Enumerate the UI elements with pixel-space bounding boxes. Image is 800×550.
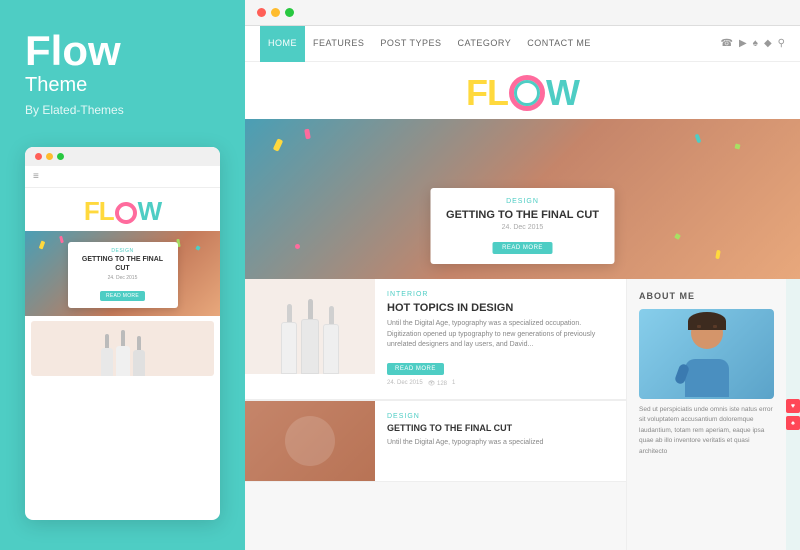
- dot-green: [285, 8, 294, 17]
- left-panel: Flow Theme By Elated-Themes ≡ FL W DESIGN: [0, 0, 245, 550]
- avatar-head: [691, 317, 723, 349]
- mini-dot-yellow: [46, 153, 53, 160]
- confetti3: [734, 143, 740, 149]
- post-excerpt-2: Until the Digital Age, typography was a …: [387, 438, 614, 449]
- logo-w: W: [546, 72, 579, 114]
- confetti6: [715, 250, 721, 260]
- nav-pinterest-icon[interactable]: ☎: [720, 38, 732, 49]
- confetti2: [304, 129, 311, 140]
- edge-icons: ♥ ♠: [786, 279, 800, 550]
- post-category-2: DESIGN: [387, 413, 614, 420]
- wine-bottle-3: [323, 306, 339, 374]
- main-posts: INTERIOR HOT TOPICS IN DESIGN Until the …: [245, 279, 626, 550]
- post-date-1: 24. Dec 2015: [387, 380, 423, 387]
- confetti7: [674, 233, 681, 240]
- mini-browser-mockup: ≡ FL W DESIGN GETTING TO THE FINAL CUT 24…: [25, 147, 220, 520]
- post-body-2: DESIGN GETTING TO THE FINAL CUT Until th…: [375, 401, 626, 481]
- post-comments-1: 1: [452, 380, 455, 387]
- nav-features[interactable]: FEATURES: [305, 26, 372, 62]
- sidebar: ABOUT ME: [626, 279, 786, 550]
- site-logo-area: FL W: [245, 62, 800, 119]
- bottle3: [133, 336, 145, 376]
- mini-logo-o: [115, 202, 137, 224]
- right-panel: HOME FEATURES POST TYPES CATEGORY CONTAC…: [245, 0, 800, 550]
- wine-bottle-2: [301, 299, 319, 374]
- wine-bottle-1: [281, 304, 297, 374]
- mini-post-area: [25, 316, 220, 379]
- mini-logo-area: FL W: [25, 188, 220, 231]
- mini-dot-red: [35, 153, 42, 160]
- hero-read-more-btn[interactable]: READ MORE: [492, 242, 553, 254]
- mini-wine-thumb: [31, 321, 214, 376]
- confetti1: [273, 138, 284, 151]
- nav-search-icon[interactable]: ⚲: [778, 38, 785, 49]
- mini-nav: ≡: [25, 166, 220, 188]
- brand-subtitle: Theme: [25, 74, 220, 97]
- post-meta-1: 24. Dec 2015 👁 128 1: [387, 380, 614, 387]
- nav-links: HOME FEATURES POST TYPES CATEGORY CONTAC…: [260, 26, 599, 62]
- mini-hero-card: DESIGN GETTING TO THE FINAL CUT 24. Dec …: [68, 242, 178, 308]
- mini-logo-w: W: [138, 196, 162, 226]
- post-card-2: DESIGN GETTING TO THE FINAL CUT Until th…: [245, 400, 626, 482]
- hero-card: DESIGN GETTING TO THE FINAL CUT 24. Dec …: [430, 188, 615, 264]
- post-btn-1[interactable]: READ MORE: [387, 363, 444, 375]
- edge-icon-1[interactable]: ♥: [786, 399, 800, 413]
- logo-o-circle: [509, 75, 545, 111]
- sidebar-text: Sed ut perspiciatis unde omnis iste natu…: [639, 405, 774, 457]
- edge-icon-2[interactable]: ♠: [786, 416, 800, 430]
- mini-card-date: 24. Dec 2015: [76, 275, 170, 281]
- sidebar-title: ABOUT ME: [639, 291, 774, 301]
- nav-category[interactable]: CATEGORY: [450, 26, 520, 62]
- nav-post-types[interactable]: POST TYPES: [372, 26, 449, 62]
- mini-logo-fl: FL: [84, 196, 114, 226]
- bottle1: [101, 334, 113, 376]
- nav-rss-icon[interactable]: ◆: [764, 38, 772, 49]
- nav-twitter-icon[interactable]: ♠: [753, 38, 758, 49]
- avatar-body: [685, 359, 729, 397]
- flow-logo: FL W: [466, 72, 579, 114]
- post-views-1: 👁 128: [428, 380, 447, 387]
- nav-contact[interactable]: CONTACT ME: [519, 26, 599, 62]
- post-card-1: INTERIOR HOT TOPICS IN DESIGN Until the …: [245, 279, 626, 400]
- mini-flow-logo: FL W: [84, 196, 161, 227]
- browser-bar: [245, 0, 800, 26]
- brand-title: Flow: [25, 30, 220, 72]
- confetti4: [695, 134, 702, 144]
- avatar-hair: [688, 312, 726, 330]
- post-thumb-2: [245, 401, 375, 481]
- logo-fl: FL: [466, 72, 508, 114]
- mini-hamburger-icon: ≡: [33, 171, 39, 182]
- mini-browser-bar: [25, 147, 220, 166]
- site-nav: HOME FEATURES POST TYPES CATEGORY CONTAC…: [245, 26, 800, 62]
- mini-card-label: DESIGN: [76, 248, 170, 254]
- brand-author: By Elated-Themes: [25, 103, 220, 117]
- sidebar-avatar: [639, 309, 774, 399]
- avatar-arm: [673, 362, 689, 384]
- dot-yellow: [271, 8, 280, 17]
- nav-icons: ☎ ▶ ♠ ◆ ⚲: [720, 38, 785, 49]
- hero-section: DESIGN GETTING TO THE FINAL CUT 24. Dec …: [245, 119, 800, 279]
- mini-hero-image: DESIGN GETTING TO THE FINAL CUT 24. Dec …: [25, 231, 220, 316]
- nav-home[interactable]: HOME: [260, 26, 305, 62]
- hero-title: GETTING TO THE FINAL CUT: [446, 208, 599, 222]
- content-grid: INTERIOR HOT TOPICS IN DESIGN Until the …: [245, 279, 800, 550]
- mini-dot-green: [57, 153, 64, 160]
- mini-card-title: GETTING TO THE FINAL CUT: [76, 256, 170, 273]
- browser-content: HOME FEATURES POST TYPES CATEGORY CONTAC…: [245, 26, 800, 550]
- nav-instagram-icon[interactable]: ▶: [739, 38, 747, 49]
- post-thumb-1: [245, 279, 375, 374]
- hero-label: DESIGN: [446, 198, 599, 205]
- post-title-1: HOT TOPICS IN DESIGN: [387, 301, 614, 315]
- bottle2: [116, 330, 130, 376]
- dot-red: [257, 8, 266, 17]
- post-title-2: GETTING TO THE FINAL CUT: [387, 423, 614, 435]
- post-excerpt-1: Until the Digital Age, typography was a …: [387, 319, 614, 351]
- mini-read-more-btn[interactable]: READ MORE: [100, 291, 145, 301]
- post-body-1: INTERIOR HOT TOPICS IN DESIGN Until the …: [375, 279, 626, 399]
- avatar-container: [672, 312, 742, 397]
- post-category-1: INTERIOR: [387, 291, 614, 298]
- confetti5: [295, 244, 300, 249]
- hero-date: 24. Dec 2015: [446, 224, 599, 231]
